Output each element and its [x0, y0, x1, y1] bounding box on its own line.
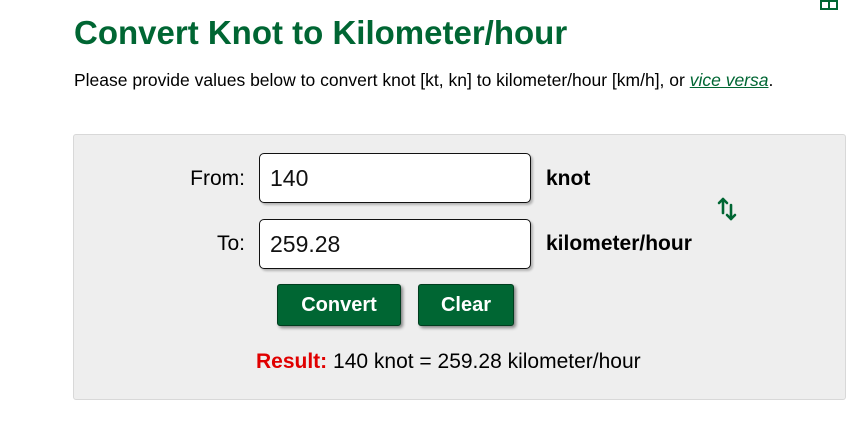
table-icon[interactable]	[820, 0, 838, 10]
result-text: 140 knot = 259.28 kilometer/hour	[327, 350, 641, 373]
intro-description: Please provide values below to convert k…	[74, 70, 690, 90]
intro-end: .	[768, 70, 774, 90]
from-input[interactable]	[259, 153, 531, 203]
convert-button[interactable]: Convert	[277, 284, 401, 326]
swap-arrows-icon[interactable]	[716, 196, 738, 222]
result-label: Result:	[256, 350, 328, 373]
result-line: Result: 140 knot = 259.28 kilometer/hour	[256, 350, 641, 374]
from-label: From:	[190, 167, 245, 190]
from-unit: knot	[546, 167, 591, 190]
intro-text: Please provide values below to convert k…	[74, 69, 824, 92]
clear-button[interactable]: Clear	[418, 284, 514, 326]
page: Convert Knot to Kilometer/hour Please pr…	[0, 0, 862, 426]
vice-versa-link[interactable]: vice versa	[690, 70, 769, 90]
to-input[interactable]	[259, 219, 531, 269]
to-label: To:	[216, 232, 245, 255]
to-unit: kilometer/hour	[546, 232, 692, 255]
page-title: Convert Knot to Kilometer/hour	[74, 14, 568, 51]
